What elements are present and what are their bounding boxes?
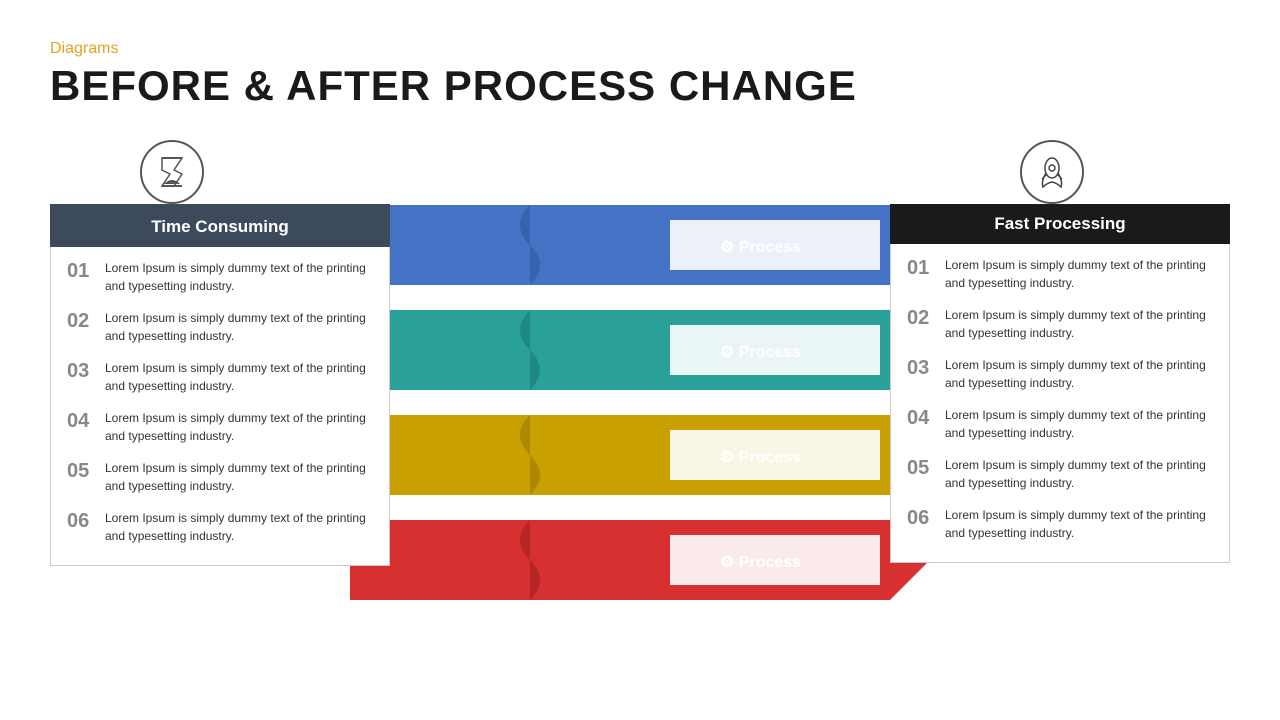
item-number: 06 [67,509,95,533]
right-panel-header: Fast Processing [890,204,1230,244]
right-list-item: 01 Lorem Ipsum is simply dummy text of t… [907,256,1213,292]
svg-text:⚙ Process: ⚙ Process [720,449,801,466]
item-text: Lorem Ipsum is simply dummy text of the … [945,406,1213,442]
right-list-item: 05 Lorem Ipsum is simply dummy text of t… [907,456,1213,492]
item-text: Lorem Ipsum is simply dummy text of the … [105,359,373,395]
item-number: 01 [67,259,95,283]
item-number: 03 [907,356,935,380]
item-number: 02 [907,306,935,330]
left-list-item: 01 Lorem Ipsum is simply dummy text of t… [67,259,373,295]
slide: Diagrams BEFORE & AFTER PROCESS CHANGE T… [0,0,1280,720]
category-label: Diagrams [50,40,1230,58]
item-number: 03 [67,359,95,383]
left-panel: Time Consuming 01 Lorem Ipsum is simply … [50,140,390,566]
item-text: Lorem Ipsum is simply dummy text of the … [105,509,373,545]
left-list-item: 04 Lorem Ipsum is simply dummy text of t… [67,409,373,445]
item-text: Lorem Ipsum is simply dummy text of the … [945,306,1213,342]
item-text: Lorem Ipsum is simply dummy text of the … [945,456,1213,492]
arrow-2: ⚙ Process [350,310,930,390]
left-list-item: 02 Lorem Ipsum is simply dummy text of t… [67,309,373,345]
left-panel-list: 01 Lorem Ipsum is simply dummy text of t… [50,247,390,566]
item-text: Lorem Ipsum is simply dummy text of the … [945,356,1213,392]
item-text: Lorem Ipsum is simply dummy text of the … [105,459,373,495]
left-list-item: 05 Lorem Ipsum is simply dummy text of t… [67,459,373,495]
left-list-item: 03 Lorem Ipsum is simply dummy text of t… [67,359,373,395]
right-list-item: 03 Lorem Ipsum is simply dummy text of t… [907,356,1213,392]
item-number: 06 [907,506,935,530]
item-text: Lorem Ipsum is simply dummy text of the … [105,309,373,345]
svg-text:⚙ Process: ⚙ Process [720,344,801,361]
arrow-3: ⚙ Process [350,415,930,495]
item-number: 05 [907,456,935,480]
item-text: Lorem Ipsum is simply dummy text of the … [945,506,1213,542]
arrow-4: ⚙ Process [350,520,930,600]
right-list-item: 02 Lorem Ipsum is simply dummy text of t… [907,306,1213,342]
item-text: Lorem Ipsum is simply dummy text of the … [105,259,373,295]
left-panel-header: Time Consuming [50,204,390,247]
right-list-item: 06 Lorem Ipsum is simply dummy text of t… [907,506,1213,542]
content-area: Time Consuming 01 Lorem Ipsum is simply … [50,140,1230,640]
item-number: 04 [67,409,95,433]
main-title: BEFORE & AFTER PROCESS CHANGE [50,62,1230,110]
item-text: Lorem Ipsum is simply dummy text of the … [105,409,373,445]
item-number: 04 [907,406,935,430]
item-number: 02 [67,309,95,333]
item-number: 05 [67,459,95,483]
item-text: Lorem Ipsum is simply dummy text of the … [945,256,1213,292]
hourglass-icon [140,140,204,204]
rocket-icon [1020,140,1084,204]
svg-text:⚙ Process: ⚙ Process [720,239,801,256]
right-list-item: 04 Lorem Ipsum is simply dummy text of t… [907,406,1213,442]
arrow-1: ⚙ Process [350,205,930,285]
right-panel: Fast Processing 01 Lorem Ipsum is simply… [890,140,1230,563]
right-panel-list: 01 Lorem Ipsum is simply dummy text of t… [890,244,1230,563]
svg-text:⚙ Process: ⚙ Process [720,554,801,571]
left-list-item: 06 Lorem Ipsum is simply dummy text of t… [67,509,373,545]
item-number: 01 [907,256,935,280]
